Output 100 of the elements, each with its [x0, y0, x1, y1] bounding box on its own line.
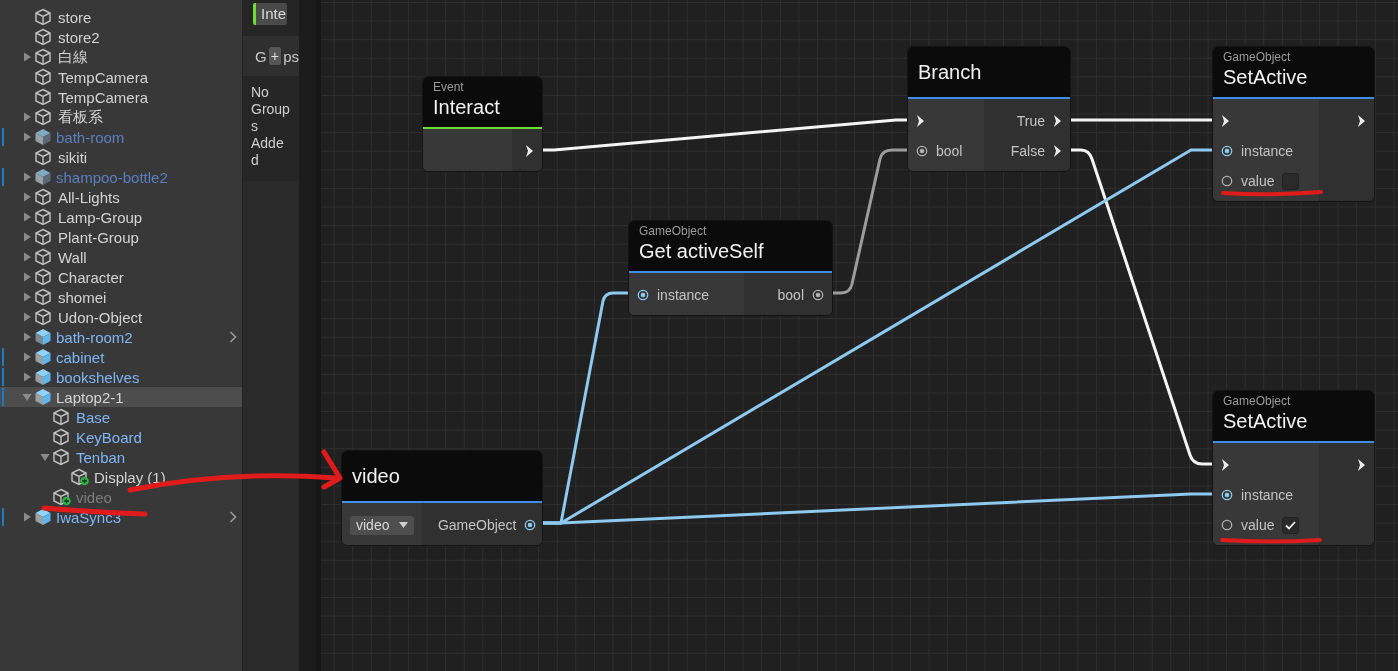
object-name: video	[76, 488, 112, 506]
flow-port-icon[interactable]	[1221, 114, 1230, 128]
hierarchy-item[interactable]: store	[0, 7, 242, 27]
object-name: TempCamera	[58, 68, 149, 86]
groups-label: G	[255, 47, 267, 65]
linked-port-icon[interactable]	[1221, 489, 1233, 501]
flow-port-icon[interactable]	[1053, 144, 1062, 158]
linked-port-icon[interactable]	[524, 519, 537, 531]
hierarchy-item[interactable]: IwaSync3	[0, 507, 242, 527]
hierarchy-item[interactable]: store2	[0, 27, 242, 47]
graph-node[interactable]: GameObject SetActive instance value	[1212, 46, 1375, 202]
dropdown-caret-icon	[399, 522, 409, 528]
linked-port-icon[interactable]	[812, 289, 824, 301]
value-checkbox[interactable]	[1282, 172, 1300, 190]
hierarchy-item[interactable]: Udon-Object	[0, 307, 242, 327]
linked-port-icon[interactable]	[1221, 145, 1233, 157]
cube-icon	[34, 268, 54, 286]
graph-node[interactable]: GameObject Get activeSelf instance bool	[628, 220, 833, 316]
hierarchy-item[interactable]: bath-room2	[0, 327, 242, 347]
graph-node[interactable]: GameObject SetActive instance value	[1212, 390, 1375, 546]
hierarchy-item[interactable]: shomei	[0, 287, 242, 307]
expanded-arrow-icon[interactable]	[22, 392, 32, 402]
collapsed-arrow-icon[interactable]	[22, 272, 32, 282]
prefab-cube-icon	[34, 368, 52, 386]
hierarchy-item[interactable]: sikiti	[0, 147, 242, 167]
collapsed-arrow-icon[interactable]	[22, 112, 32, 122]
object-dropdown[interactable]: video	[350, 515, 415, 535]
flow-port-icon[interactable]	[916, 114, 925, 128]
hierarchy-item[interactable]: TempCamera	[0, 67, 242, 87]
cube-icon	[34, 148, 54, 166]
port-icon[interactable]	[1221, 519, 1233, 531]
object-name: KeyBoard	[76, 428, 142, 446]
value-checkbox[interactable]	[1282, 516, 1300, 534]
chevron-icon[interactable]	[229, 511, 237, 523]
collapsed-arrow-icon[interactable]	[22, 232, 32, 242]
hierarchy-item[interactable]: 看板系	[0, 107, 242, 127]
collapsed-arrow-icon[interactable]	[22, 212, 32, 222]
hierarchy-item[interactable]: 白線	[0, 47, 242, 67]
port-label: bool	[936, 143, 963, 159]
collapsed-arrow-icon[interactable]	[22, 372, 32, 382]
collapsed-arrow-icon[interactable]	[22, 132, 32, 142]
prefab-cube-icon	[34, 508, 52, 526]
object-name: Character	[58, 268, 124, 286]
graph-node[interactable]: video video GameObject	[341, 450, 543, 546]
collapsed-arrow-icon[interactable]	[22, 192, 32, 202]
cube-icon	[52, 428, 72, 446]
node-title: video	[352, 464, 401, 489]
hierarchy-item[interactable]: Plant-Group	[0, 227, 242, 247]
linked-port-icon[interactable]	[916, 145, 928, 157]
node-title: SetActive	[1223, 409, 1309, 434]
flow-port-icon[interactable]	[525, 144, 534, 158]
flow-port-icon[interactable]	[1357, 458, 1366, 472]
port-label: bool	[777, 287, 804, 303]
collapsed-arrow-icon[interactable]	[22, 312, 32, 322]
hierarchy-item[interactable]: Wall	[0, 247, 242, 267]
collapsed-arrow-icon[interactable]	[22, 52, 32, 62]
port-label: True	[1016, 113, 1045, 129]
flow-port-icon[interactable]	[1053, 114, 1062, 128]
object-name: Wall	[58, 248, 87, 266]
collapsed-arrow-icon[interactable]	[22, 172, 32, 182]
hierarchy-item[interactable]: bookshelves	[0, 367, 242, 387]
flow-port-icon[interactable]	[1357, 114, 1366, 128]
graph-node[interactable]: Event Interact	[422, 76, 543, 172]
cube-icon	[34, 188, 54, 206]
hierarchy-item[interactable]: Tenban	[0, 447, 242, 467]
hierarchy-item[interactable]: Base	[0, 407, 242, 427]
object-name: Udon-Object	[58, 308, 143, 326]
collapsed-arrow-icon[interactable]	[22, 292, 32, 302]
collapsed-arrow-icon[interactable]	[22, 332, 32, 342]
hierarchy-item[interactable]: Character	[0, 267, 242, 287]
checkmark-icon	[1285, 520, 1297, 530]
graph-node[interactable]: Branch bool True False	[907, 46, 1071, 172]
hierarchy-item[interactable]: Lamp-Group	[0, 207, 242, 227]
cube-icon	[34, 288, 54, 306]
linked-port-icon[interactable]	[637, 289, 649, 301]
prefab-cube-icon	[34, 348, 52, 366]
prefab-cube-icon	[34, 128, 52, 146]
collapsed-arrow-icon[interactable]	[22, 352, 32, 362]
chevron-icon[interactable]	[229, 331, 237, 343]
object-name: Laptop2-1	[56, 388, 124, 406]
add-group-button[interactable]: +	[267, 46, 283, 66]
flow-port-icon[interactable]	[1221, 458, 1230, 472]
hierarchy-item[interactable]: cabinet	[0, 347, 242, 367]
hierarchy-item[interactable]: KeyBoard	[0, 427, 242, 447]
object-name: TempCamera	[58, 88, 149, 106]
object-name: shampoo-bottle2	[56, 168, 168, 186]
hierarchy-item[interactable]: TempCamera	[0, 87, 242, 107]
port-label: instance	[1241, 487, 1294, 503]
hierarchy-item[interactable]: All-Lights	[0, 187, 242, 207]
cube-icon	[34, 228, 54, 246]
graph-tab[interactable]: Inte	[253, 3, 287, 25]
expanded-arrow-icon[interactable]	[40, 452, 50, 462]
collapsed-arrow-icon[interactable]	[22, 512, 32, 522]
port-icon[interactable]	[1221, 175, 1233, 187]
graph-canvas[interactable]: Event Interact Branch bool True False GameObject SetActive instance value GameObject Get activeSelf instance bool video video GameObject GameObject SetActive instance value	[321, 0, 1398, 671]
cube-icon	[34, 28, 54, 46]
hierarchy-item[interactable]: Laptop2-1	[0, 387, 242, 407]
object-name: store2	[58, 28, 100, 46]
collapsed-arrow-icon[interactable]	[22, 252, 32, 262]
object-name: 白線	[58, 47, 88, 67]
